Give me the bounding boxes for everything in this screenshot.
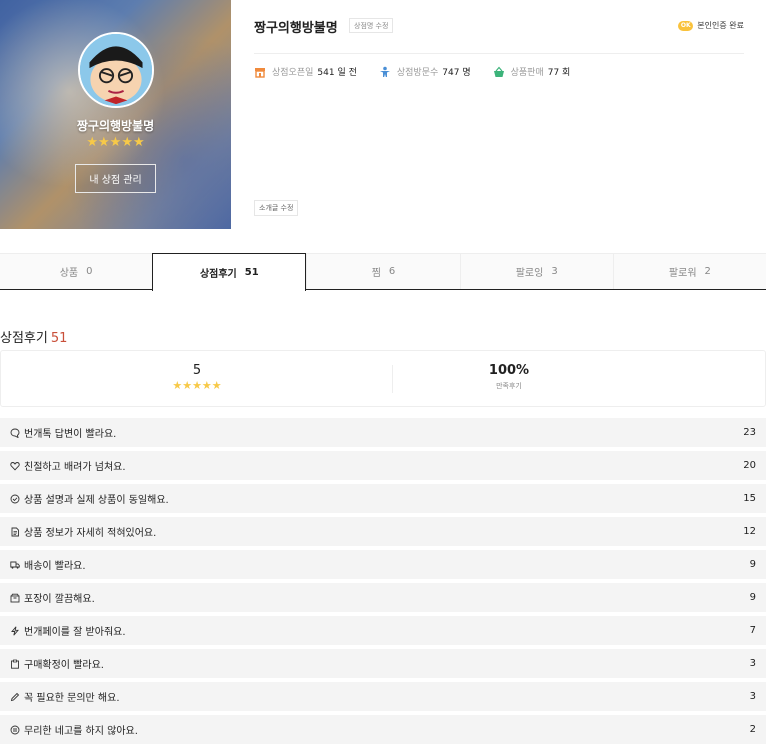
review-keyword-text: 번개톡 답변이 빨라요.: [24, 429, 117, 440]
stat-label: 상점오픈일: [272, 68, 314, 78]
review-keyword-text: 포장이 깔끔해요.: [24, 594, 95, 605]
clipboard-icon: [11, 659, 19, 669]
review-keyword-text: 상품 설명과 실제 상품이 동일해요.: [24, 495, 169, 506]
tab-count: 2: [704, 266, 711, 277]
review-keyword-list: 번개톡 답변이 빨라요. 23 친절하고 배려가 넘쳐요. 20 상품 설명과 …: [0, 418, 766, 748]
pencil-icon: [10, 692, 20, 701]
shop-stats: 상점오픈일 541 일 전 상점방문수 747 명 상품판매 77 회: [254, 65, 592, 78]
tab-reviews[interactable]: 상점후기 51: [152, 253, 307, 291]
truck-icon: [10, 561, 20, 569]
review-keyword-count: 9: [749, 592, 756, 603]
store-hero-banner: 짱구의행방불명 ★★★★★ 내 상점 관리: [0, 0, 231, 229]
shop-title: 짱구의행방불명: [254, 21, 338, 36]
list-item: 번개톡 답변이 빨라요. 23: [0, 418, 766, 447]
review-keyword-text: 배송이 빨라요.: [24, 561, 86, 572]
profile-name: 짱구의행방불명: [76, 119, 155, 133]
tab-label: 팔로워: [668, 268, 697, 279]
list-item: 포장이 깔끔해요. 9: [0, 583, 766, 612]
no-negotiation-icon: [10, 725, 20, 734]
stat-open-days: 상점오픈일 541 일 전: [254, 65, 357, 78]
satisfaction-percent: 100%: [488, 363, 530, 378]
avatar-image: [80, 34, 152, 106]
document-icon: [11, 527, 19, 536]
review-title-label: 상점후기: [0, 331, 48, 346]
satisfaction-summary: 100% 만족후기: [393, 363, 605, 391]
lightning-icon: [11, 626, 19, 635]
list-item: 무리한 네고를 하지 않아요. 2: [0, 715, 766, 744]
stat-visitors: 상점방문수 747 명: [379, 65, 471, 78]
tab-count: 3: [551, 266, 558, 277]
store-info: 짱구의행방불명 상점명 수정 OK 본인인증 완료 상점오픈일 541 일 전 …: [254, 0, 744, 229]
review-keyword-text: 구매확정이 빨라요.: [24, 660, 104, 671]
stat-label: 상점방문수: [396, 68, 439, 78]
tab-count: 0: [86, 266, 93, 277]
ok-badge: OK: [678, 20, 694, 31]
review-keyword-count: 12: [743, 526, 756, 537]
review-keyword-count: 7: [749, 625, 756, 636]
list-item: 상품 정보가 자세히 적혀있어요. 12: [0, 517, 766, 546]
edit-shop-name-button[interactable]: 상점명 수정: [349, 18, 394, 33]
store-icon: [255, 67, 265, 78]
review-keyword-count: 3: [749, 691, 756, 702]
list-item: 상품 설명과 실제 상품이 동일해요. 15: [0, 484, 766, 513]
review-keyword-count: 23: [743, 427, 756, 438]
tab-label: 상품: [59, 268, 79, 279]
stat-label: 상품판매: [510, 68, 544, 78]
edit-intro-button[interactable]: 소개글 수정: [254, 200, 299, 216]
review-section-title: 상점후기 51: [0, 327, 67, 346]
rating-stars: ★★★★★: [172, 379, 222, 392]
review-keyword-count: 9: [749, 559, 756, 570]
rating-summary: 5 ★★★★★: [1, 363, 393, 392]
list-item: 구매확정이 빨라요. 3: [0, 649, 766, 678]
list-item: 번개페이를 잘 받아줘요. 7: [0, 616, 766, 645]
verification-label: 본인인증 완료: [697, 21, 744, 30]
review-keyword-count: 3: [749, 658, 756, 669]
box-icon: [10, 593, 20, 602]
stat-value: 747 명: [442, 68, 471, 78]
review-keyword-text: 번개페이를 잘 받아줘요.: [24, 627, 126, 638]
review-title-count: 51: [50, 331, 68, 346]
tab-count: 6: [388, 266, 396, 277]
review-summary: 5 ★★★★★ 100% 만족후기: [0, 350, 766, 407]
review-keyword-count: 15: [743, 493, 756, 504]
tab-label: 팔로잉: [515, 268, 544, 279]
tab-wishlist[interactable]: 찜 6: [306, 254, 459, 289]
store-tabs: 상품 0 상점후기 51 찜 6 팔로잉 3 팔로워 2: [0, 253, 766, 291]
chat-bubble-icon: [10, 428, 20, 438]
stat-value: 541 일 전: [317, 68, 357, 78]
review-keyword-text: 무리한 네고를 하지 않아요.: [24, 726, 138, 737]
tab-products[interactable]: 상품 0: [0, 254, 152, 289]
review-keyword-text: 친절하고 배려가 넘쳐요.: [24, 462, 126, 473]
review-keyword-text: 꼭 필요한 문의만 해요.: [24, 693, 120, 704]
manage-store-button[interactable]: 내 상점 관리: [75, 164, 156, 193]
list-item: 친절하고 배려가 넘쳐요. 20: [0, 451, 766, 480]
list-item: 꼭 필요한 문의만 해요. 3: [0, 682, 766, 711]
satisfaction-label: 만족후기: [496, 382, 522, 390]
tab-count: 51: [244, 267, 259, 278]
tab-following[interactable]: 팔로잉 3: [459, 254, 613, 289]
tab-label: 상점후기: [199, 269, 237, 280]
stat-sales: 상품판매 77 회: [493, 65, 571, 78]
list-item: 배송이 빨라요. 9: [0, 550, 766, 579]
basket-icon: [493, 66, 504, 77]
tab-followers[interactable]: 팔로워 2: [612, 254, 766, 289]
heart-icon: [10, 461, 20, 470]
divider: [254, 53, 744, 54]
avatar: [78, 32, 154, 108]
review-keyword-text: 상품 정보가 자세히 적혀있어요.: [24, 528, 157, 539]
stat-value: 77 회: [547, 68, 571, 78]
visitor-icon: [379, 66, 390, 77]
rating-score: 5: [192, 363, 202, 378]
profile-rating-stars: ★★★★★: [86, 135, 145, 150]
verification-status: OK 본인인증 완료: [678, 20, 744, 31]
tab-label: 찜: [371, 268, 381, 279]
check-circle-icon: [10, 494, 20, 503]
review-keyword-count: 2: [749, 724, 756, 735]
review-keyword-count: 20: [743, 460, 756, 471]
